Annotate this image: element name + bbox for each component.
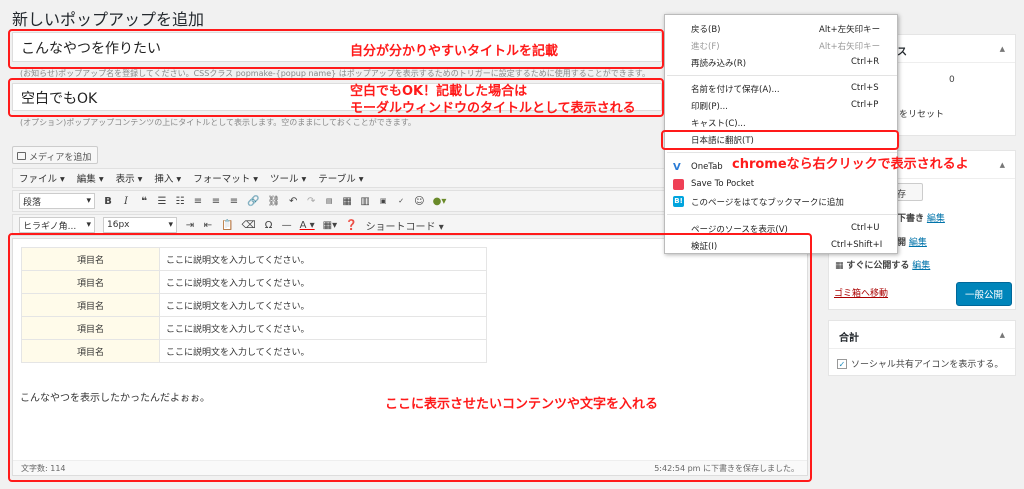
- media-icon: [17, 152, 26, 160]
- menu-table[interactable]: テーブル ▾: [318, 171, 363, 185]
- italic-icon[interactable]: I: [121, 196, 131, 207]
- font-family-select[interactable]: ヒラギノ角... ▾: [19, 217, 95, 233]
- annotation-subtitle-2: モーダルウィンドウのタイトルとして表示される: [350, 101, 636, 116]
- reset-label[interactable]: をリセット: [899, 107, 944, 120]
- edit-schedule-link[interactable]: 編集: [912, 261, 930, 271]
- annotation-content: ここに表示させたいコンテンツや文字を入れる: [385, 397, 659, 412]
- insert-table-icon[interactable]: ▦: [342, 196, 352, 207]
- chevron-down-icon: ▾: [168, 220, 173, 230]
- status-row: 下書き 編集: [897, 214, 945, 224]
- numbered-list-icon[interactable]: ☷: [175, 196, 185, 207]
- align-left-icon[interactable]: ≡: [193, 196, 203, 207]
- chevron-down-icon: ▾: [86, 196, 91, 206]
- add-media-button[interactable]: メディアを追加: [12, 146, 99, 164]
- collapse-arrow-icon[interactable]: ▲: [1000, 161, 1005, 169]
- blockquote-icon[interactable]: ❝: [139, 196, 149, 207]
- annotation-box-title: [8, 29, 664, 69]
- menu-item-back[interactable]: 戻る(B) Alt+左矢印キー: [665, 21, 899, 36]
- menu-edit[interactable]: 編集 ▾: [77, 171, 104, 185]
- menu-view[interactable]: 表示 ▾: [116, 171, 143, 185]
- menu-format[interactable]: フォーマット ▾: [193, 171, 258, 185]
- hatena-bookmark-icon: B!: [673, 196, 684, 207]
- annotation-box-translate: [661, 130, 899, 150]
- chart-icon[interactable]: ▣: [378, 197, 388, 205]
- edit-visibility-link[interactable]: 編集: [909, 238, 927, 248]
- pocket-icon: [673, 179, 684, 190]
- menu-item-reload[interactable]: 再読み込み(R) Ctrl+R: [665, 55, 899, 70]
- menu-item-forward[interactable]: 進む(F) Alt+右矢印キー: [665, 38, 899, 53]
- align-center-icon[interactable]: ≡: [211, 196, 221, 207]
- menu-item-hatena[interactable]: B! このページをはてなブックマークに追加: [665, 194, 899, 209]
- menu-item-pocket[interactable]: Save To Pocket: [665, 177, 899, 192]
- box-header: 合計 ▲: [829, 321, 1015, 349]
- bold-icon[interactable]: B: [103, 196, 113, 207]
- trash-link[interactable]: ゴミ箱へ移動: [834, 286, 888, 299]
- align-right-icon[interactable]: ≡: [229, 196, 239, 207]
- menu-file[interactable]: ファイル ▾: [19, 171, 65, 185]
- spellcheck-icon[interactable]: ✓: [396, 197, 406, 205]
- totals-box: 合計 ▲ ✓ ソーシャル共有アイコンを表示する。: [828, 320, 1016, 376]
- menu-tools[interactable]: ツール ▾: [270, 171, 306, 185]
- shortcode-button[interactable]: ショートコード ▾: [366, 218, 444, 233]
- edit-status-link[interactable]: 編集: [927, 214, 945, 224]
- schedule-row: ▦ すぐに公開する 編集: [835, 261, 931, 271]
- menu-item-cast[interactable]: キャスト(C)...: [665, 115, 899, 130]
- link-icon[interactable]: 🔗: [247, 196, 259, 207]
- clear-format-icon[interactable]: ⌫: [241, 220, 255, 231]
- checkbox[interactable]: ✓: [837, 358, 847, 369]
- horizontal-rule-icon[interactable]: —: [282, 220, 292, 231]
- social-icons-option: ✓ ソーシャル共有アイコンを表示する。: [837, 357, 1003, 370]
- page-title: 新しいポップアップを追加: [12, 10, 205, 29]
- outdent-icon[interactable]: ⇤: [203, 220, 213, 231]
- chevron-down-icon: ▾: [86, 220, 91, 230]
- open-count: 0: [949, 75, 955, 85]
- annotation-box-content: [8, 233, 812, 482]
- annotation-chrome: chromeなら右クリックで表示されるよ: [732, 157, 969, 172]
- visibility-row: 開 編集: [897, 238, 927, 248]
- menu-item-print[interactable]: 印刷(P)... Ctrl+P: [665, 98, 899, 113]
- collapse-arrow-icon[interactable]: ▲: [1000, 331, 1005, 339]
- insert-name-icon[interactable]: ▤: [324, 197, 334, 205]
- redo-icon[interactable]: ↷: [306, 196, 316, 207]
- onetab-icon: V: [673, 162, 681, 173]
- add-media-label: メディアを追加: [29, 152, 92, 163]
- paste-icon[interactable]: 📋: [221, 220, 233, 231]
- unlink-icon[interactable]: ⛓: [267, 196, 280, 207]
- plugin-icon[interactable]: ●▾: [433, 196, 447, 207]
- collapse-arrow-icon[interactable]: ▲: [1000, 45, 1005, 53]
- menu-separator: [667, 75, 897, 76]
- indent-icon[interactable]: ⇥: [185, 220, 195, 231]
- table-icon[interactable]: ▦▾: [323, 220, 337, 231]
- text-color-icon[interactable]: A ▾: [300, 220, 315, 231]
- popup-title-help: (オプション)ポップアップコンテンツの上にタイトルとして表示します。空のままにし…: [20, 118, 416, 127]
- columns-icon[interactable]: ▥: [360, 196, 370, 207]
- omega-icon[interactable]: Ω: [264, 220, 274, 231]
- annotation-title: 自分が分かりやすいタイトルを記載: [350, 44, 559, 59]
- menu-item-save-as[interactable]: 名前を付けて保存(A)... Ctrl+S: [665, 81, 899, 96]
- undo-icon[interactable]: ↶: [288, 196, 298, 207]
- font-size-select[interactable]: 16px ▾: [103, 217, 177, 233]
- format-select[interactable]: 段落 ▾: [19, 193, 95, 209]
- publish-button[interactable]: 一般公開: [956, 282, 1013, 306]
- emoji-icon[interactable]: ☺: [414, 196, 424, 207]
- help-icon[interactable]: ❓: [345, 220, 357, 231]
- menu-insert[interactable]: 挿入 ▾: [154, 171, 181, 185]
- calendar-icon: ▦: [835, 261, 844, 271]
- bullet-list-icon[interactable]: ☰: [157, 196, 167, 207]
- menu-separator: [667, 214, 897, 215]
- checkbox-label: ソーシャル共有アイコンを表示する。: [851, 360, 1004, 370]
